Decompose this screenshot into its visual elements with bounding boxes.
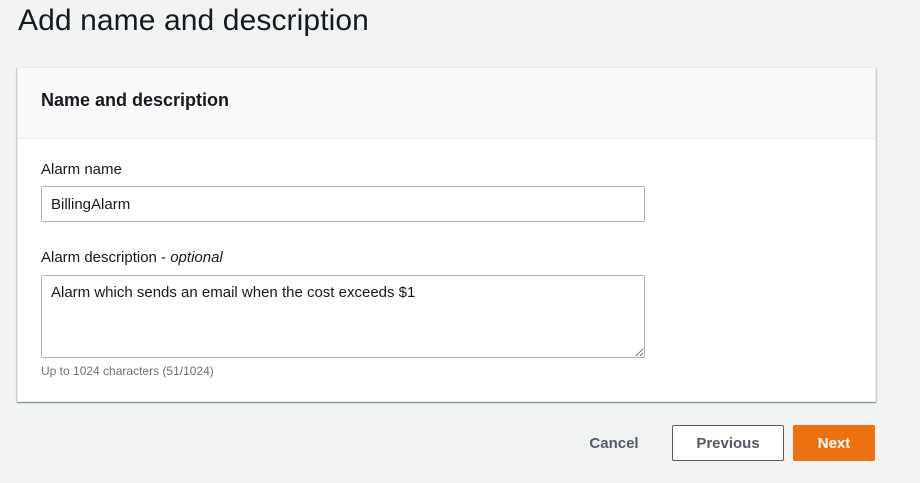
- alarm-description-label-text: Alarm description -: [41, 249, 171, 266]
- alarm-description-label: Alarm description - optional: [41, 249, 223, 266]
- next-button[interactable]: Next: [793, 425, 875, 461]
- page-title: Add name and description: [18, 4, 369, 37]
- alarm-name-input[interactable]: [41, 186, 645, 222]
- alarm-description-textarea[interactable]: Alarm which sends an email when the cost…: [41, 275, 645, 358]
- panel-title: Name and description: [41, 90, 230, 110]
- alarm-name-label: Alarm name: [41, 161, 122, 178]
- name-and-description-panel: Name and description Alarm name Alarm de…: [17, 67, 876, 402]
- previous-button[interactable]: Previous: [672, 425, 784, 461]
- panel-header: Name and description: [18, 68, 875, 139]
- cancel-button[interactable]: Cancel: [575, 425, 653, 461]
- optional-tag: optional: [170, 249, 223, 266]
- character-count-hint: Up to 1024 characters (51/1024): [41, 364, 214, 378]
